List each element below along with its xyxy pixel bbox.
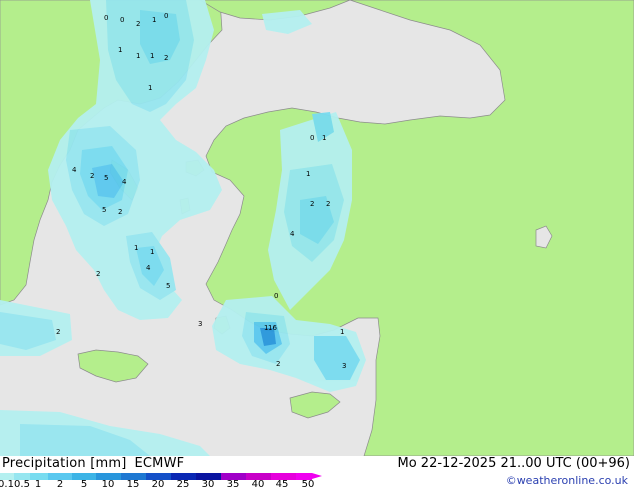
precip-value-label: 4 [290,230,295,238]
precip-value-label: 4 [146,264,151,272]
color-scale-tick-label: 2 [56,479,64,490]
credit-link[interactable]: ©weatheronline.co.uk [506,474,628,487]
precip-value-label: 2 [136,20,140,28]
color-scale-tick-label: 30 [201,479,215,490]
precip-value-label: 2 [118,208,122,216]
precip-value-label: 2 [326,200,330,208]
color-scale-tick-label: 1 [34,479,42,490]
parameter-title: Precipitation [mm] [2,456,127,471]
precip-value-label: 1 [148,84,152,92]
precip-value-label: 1 [340,328,344,336]
precip-value-label: 3 [198,320,202,328]
precip-value-label: 0 [120,16,124,24]
color-scale-tick-label: 45 [275,479,289,490]
precip-value-label: 2 [310,200,314,208]
precip-value-label: 1 [306,170,310,178]
color-scale: 0.1 0.5 1 2 5 10 15 20 25 30 35 40 45 50 [0,473,330,490]
precip-value-label: 0 [274,292,278,300]
color-scale-tick-label: 35 [226,479,240,490]
precip-value-label: 0 [164,12,168,20]
precip-value-label: 0 [104,14,108,22]
precip-value-label: 1 [322,134,326,142]
model-name: ECMWF [134,456,185,471]
precip-value-label: 5 [166,282,170,290]
color-scale-tick-label: 10 [101,479,115,490]
color-scale-tick-label: 15 [126,479,140,490]
color-scale-tick-label: 20 [151,479,165,490]
footer-bar: Precipitation [mm] ECMWF Mo 22-12-2025 21… [0,456,634,490]
color-scale-tick-label: 50 [301,479,315,490]
color-scale-tick-label: 0.1 [0,479,14,490]
precip-value-label: 3 [342,362,346,370]
precip-value-label: 2 [90,172,94,180]
valid-time: Mo 22-12-2025 21..00 UTC (00+96) [397,456,631,471]
precip-value-label: 0 [310,134,314,142]
map-title: Precipitation [mm] ECMWF [2,456,184,471]
precip-value-label: 5 [104,174,108,182]
precip-value-label: 16 [268,324,277,332]
precip-value-label: 4 [72,166,77,174]
color-scale-tick-label: 40 [251,479,265,490]
precip-value-label: 1 [118,46,122,54]
precip-value-label: 1 [152,16,156,24]
precip-value-label: 1 [134,244,138,252]
color-scale-tick-label: 0.5 [14,479,30,490]
precip-value-label: 1 [150,248,154,256]
color-scale-tick-label: 25 [176,479,190,490]
precip-value-label: 2 [276,360,280,368]
precip-value-label: 1 [136,52,140,60]
color-scale-tick-label: 5 [80,479,88,490]
precip-value-label: 2 [164,54,168,62]
precipitation-map: 0 0 2 1 0 1 1 1 2 1 4 2 5 4 5 2 1 4 1 5 2 3 1 2 16 1 4 3 2 2 1 0 0 1 2 [0,0,634,456]
precip-value-label: 4 [122,178,127,186]
precip-value-label: 1 [150,52,154,60]
precip-value-label: 2 [56,328,60,336]
color-scale-ticks: 0.1 0.5 1 2 5 10 15 20 25 30 35 40 45 50 [0,480,330,490]
precip-value-label: 5 [102,206,106,214]
precip-value-label: 2 [96,270,100,278]
